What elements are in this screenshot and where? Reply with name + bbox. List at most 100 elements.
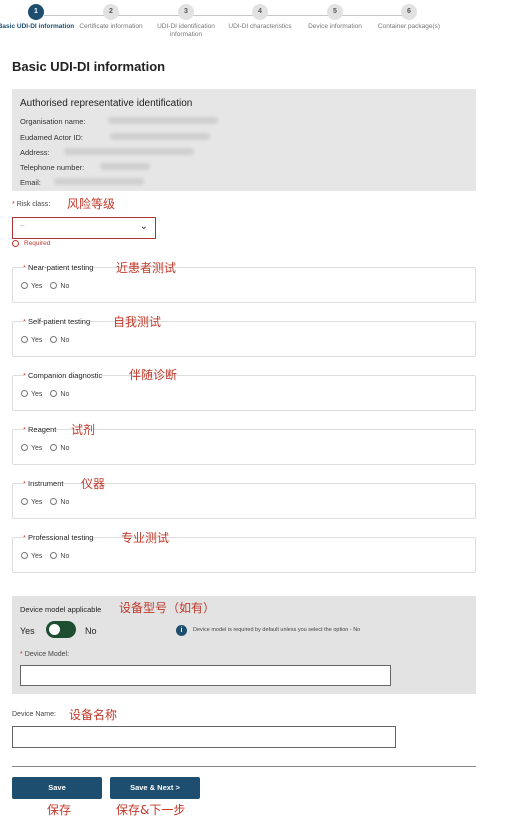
- radio-options: Yes No: [21, 390, 69, 398]
- self-patient-annotation: 自我测试: [113, 315, 162, 329]
- professional-testing-annotation: 专业测试: [121, 531, 170, 545]
- device-model-toggle[interactable]: [46, 621, 76, 638]
- required-error: Required: [12, 240, 50, 247]
- device-model-field-label: * Device Model:: [20, 651, 70, 658]
- instrument-annotation: 仪器: [81, 477, 106, 491]
- save-next-button[interactable]: Save & Next >: [110, 777, 200, 799]
- radio-icon: [21, 390, 28, 397]
- device-name-label: Device Name:: [12, 711, 56, 718]
- risk-class-annotation: 风险等级: [67, 197, 116, 211]
- risk-class-label: * Risk class:: [12, 201, 51, 208]
- device-model-title: Device model applicable: [20, 605, 102, 614]
- device-model-panel: Device model applicable Yes No i Device …: [12, 596, 476, 694]
- professional-testing-group: Yes No: [12, 537, 476, 573]
- telephone-label: Telephone number:: [20, 163, 85, 172]
- companion-diagnostic-annotation: 伴随诊断: [129, 368, 178, 382]
- step-label: Certificate information: [79, 23, 143, 30]
- step-label: Container package(s): [377, 23, 441, 30]
- near-patient-testing-label: * Near-patient testing: [23, 263, 94, 272]
- organisation-name-label: Organisation name:: [20, 117, 86, 126]
- step-label: Basic UDI-DI information: [0, 23, 75, 30]
- yes-radio[interactable]: Yes: [21, 498, 42, 506]
- error-icon: [12, 240, 19, 247]
- required-text: Required: [24, 240, 51, 247]
- radio-icon: [50, 444, 58, 451]
- professional-testing-label: * Professional testing: [23, 533, 94, 542]
- step-number: 4: [252, 4, 268, 20]
- radio-options: Yes No: [21, 498, 69, 506]
- actor-id-label: Eudamed Actor ID:: [20, 133, 83, 142]
- companion-diagnostic-group: Yes No: [12, 375, 476, 411]
- step-label: Device information: [308, 23, 362, 30]
- step-number: 3: [178, 4, 194, 20]
- step-number: 2: [103, 4, 119, 20]
- divider: [12, 766, 476, 767]
- risk-class-value: --: [20, 223, 25, 230]
- near-patient-testing-group: Yes No: [12, 267, 476, 303]
- step-number: 5: [327, 4, 343, 20]
- device-model-input[interactable]: [20, 665, 391, 686]
- self-patient-testing-group: Yes No: [12, 321, 476, 357]
- radio-icon: [50, 498, 58, 505]
- progress-stepper: 1 Basic UDI-DI information 2 Certificate…: [0, 4, 516, 50]
- step-5[interactable]: 5 Device information: [295, 4, 375, 31]
- page-title: Basic UDI-DI information: [12, 59, 166, 74]
- radio-icon: [50, 390, 58, 397]
- redacted-value: [100, 163, 150, 170]
- radio-icon: [21, 282, 28, 289]
- instrument-label: * Instrument: [23, 479, 64, 488]
- self-patient-testing-label: * Self-patient testing: [23, 317, 91, 326]
- reagent-annotation: 试剂: [71, 423, 96, 437]
- step-label: UDI-DI characteristics: [228, 23, 292, 30]
- redacted-value: [110, 133, 210, 140]
- yes-radio[interactable]: Yes: [21, 336, 42, 344]
- no-radio[interactable]: No: [50, 444, 69, 452]
- step-number: 6: [401, 4, 417, 20]
- companion-diagnostic-label: * Companion diagnostic: [23, 371, 103, 380]
- radio-icon: [21, 336, 28, 343]
- step-1[interactable]: 1 Basic UDI-DI information: [0, 4, 76, 31]
- device-model-info-text: Device model is required by default unle…: [193, 627, 361, 633]
- authorised-representative-panel: Authorised representative identification…: [12, 89, 476, 191]
- radio-options: Yes No: [21, 552, 69, 560]
- toggle-knob: [49, 624, 60, 635]
- radio-icon: [50, 552, 58, 559]
- no-radio[interactable]: No: [50, 498, 69, 506]
- chevron-down-icon: ⌄: [139, 221, 148, 232]
- panel-title: Authorised representative identification: [20, 98, 193, 109]
- save-next-annotation: 保存&下一步: [116, 803, 186, 817]
- device-model-annotation: 设备型号（如有）: [119, 601, 216, 615]
- yes-radio[interactable]: Yes: [21, 390, 42, 398]
- step-6[interactable]: 6 Container package(s): [369, 4, 449, 31]
- no-radio[interactable]: No: [50, 336, 69, 344]
- yes-radio[interactable]: Yes: [21, 282, 42, 290]
- address-label: Address:: [20, 148, 50, 157]
- redacted-value: [54, 178, 144, 185]
- step-3[interactable]: 3 UDI-DI identification information: [146, 4, 226, 39]
- email-label: Email:: [20, 178, 41, 187]
- risk-class-select[interactable]: -- ⌄: [12, 217, 156, 239]
- save-button[interactable]: Save: [12, 777, 102, 799]
- radio-icon: [21, 444, 28, 451]
- step-label: UDI-DI identification information: [157, 23, 215, 38]
- no-radio[interactable]: No: [50, 282, 69, 290]
- yes-radio[interactable]: Yes: [21, 552, 42, 560]
- radio-options: Yes No: [21, 336, 69, 344]
- device-name-annotation: 设备名称: [69, 708, 118, 722]
- toggle-no-label: No: [85, 626, 97, 636]
- radio-icon: [50, 282, 58, 289]
- toggle-yes-label: Yes: [20, 626, 35, 636]
- redacted-value: [108, 117, 218, 124]
- radio-icon: [50, 336, 58, 343]
- no-radio[interactable]: No: [50, 390, 69, 398]
- step-number: 1: [28, 4, 44, 20]
- step-2[interactable]: 2 Certificate information: [71, 4, 151, 31]
- radio-options: Yes No: [21, 282, 69, 290]
- device-name-input[interactable]: [12, 726, 396, 748]
- step-4[interactable]: 4 UDI-DI characteristics: [220, 4, 300, 31]
- radio-icon: [21, 552, 28, 559]
- near-patient-annotation: 近患者测试: [116, 261, 177, 275]
- redacted-value: [64, 148, 194, 155]
- no-radio[interactable]: No: [50, 552, 69, 560]
- yes-radio[interactable]: Yes: [21, 444, 42, 452]
